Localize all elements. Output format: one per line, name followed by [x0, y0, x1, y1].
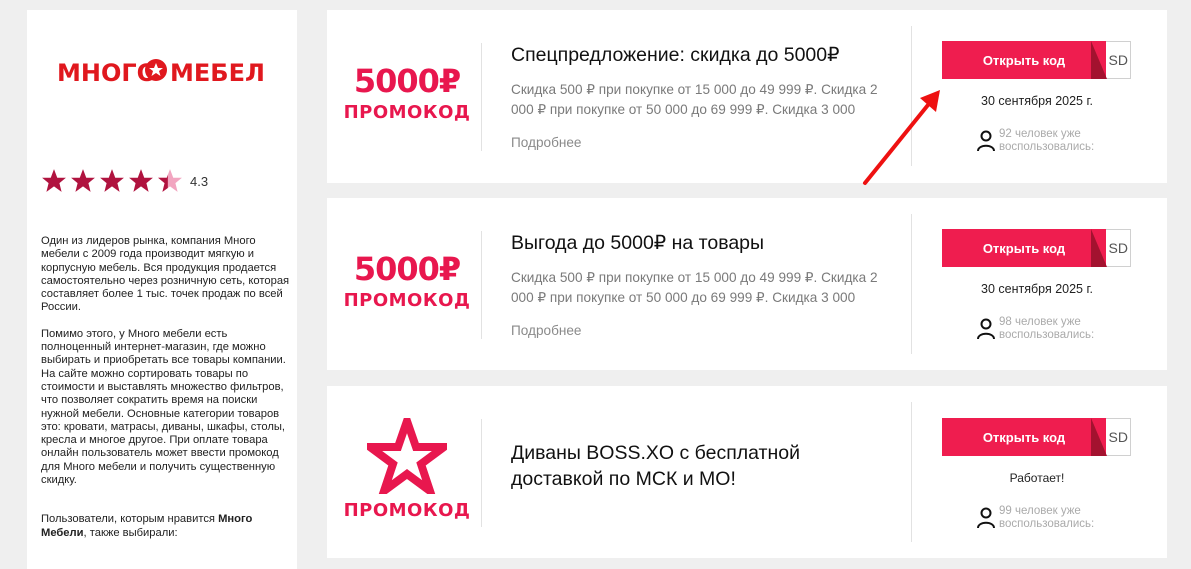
badge-label: ПРОМОКОД [343, 102, 471, 123]
usage-count: 98 человек уже воспользовались: [977, 316, 1109, 342]
rating: 4.3 [41, 168, 208, 194]
divider [481, 231, 482, 339]
button-fold [1091, 418, 1107, 456]
store-logo[interactable]: МНОГО МЕБЕЛИ [57, 57, 285, 87]
coupon-description: Скидка 500 ₽ при покупке от 15 000 до 49… [511, 82, 878, 117]
coupon-card: ПРОМОКОД Диваны BOSS.XO с бесплатной дос… [327, 386, 1167, 558]
star-half-icon[interactable] [157, 168, 183, 194]
user-icon [977, 318, 995, 340]
open-code-button[interactable]: Открыть код [942, 229, 1106, 267]
usage-count: 99 человек уже воспользовались: [977, 505, 1109, 531]
description-paragraph: Пользователи, которым нравится Много Меб… [41, 513, 291, 540]
code-box[interactable]: SD Открыть код [942, 418, 1131, 456]
coupon-title[interactable]: Выгода до 5000₽ на товары [511, 230, 764, 256]
svg-text:МНОГО: МНОГО [57, 59, 157, 87]
star-icon[interactable] [99, 168, 125, 194]
code-box[interactable]: SD Открыть код [942, 229, 1131, 267]
coupon-badge: ПРОМОКОД [327, 418, 487, 521]
code-tail: SD [1108, 240, 1128, 256]
coupon-badge: 5000₽ ПРОМОКОД [327, 250, 487, 311]
badge-amount: 5000₽ [353, 62, 461, 100]
store-sidebar: МНОГО МЕБЕЛИ 4.3 Один из лидеров рынка, … [27, 10, 297, 569]
usage-text: 98 человек уже воспользовались: [999, 316, 1095, 341]
coupon-title[interactable]: Диваны BOSS.XO с бесплатной доставкой по… [511, 440, 800, 492]
coupon-card: 5000₽ ПРОМОКОД Выгода до 5000₽ на товары… [327, 198, 1167, 370]
divider [481, 43, 482, 151]
badge-label: ПРОМОКОД [343, 290, 471, 311]
more-link[interactable]: Подробнее [511, 135, 582, 150]
code-tail: SD [1108, 429, 1128, 445]
title-line: Диваны BOSS.XO с бесплатной [511, 442, 800, 464]
badge-amount: 5000₽ [353, 250, 461, 288]
rating-value: 4.3 [190, 173, 209, 189]
open-code-button[interactable]: Открыть код [942, 418, 1106, 456]
code-tail: SD [1108, 52, 1128, 68]
similar-suffix: , также выбирали: [83, 526, 178, 539]
star-outline-icon [367, 418, 447, 494]
divider [911, 214, 912, 354]
description-paragraph: Помимо этого, у Много мебели есть полноц… [41, 327, 286, 487]
coupon-description: Скидка 500 ₽ при покупке от 15 000 до 49… [511, 270, 878, 305]
badge-label: ПРОМОКОД [343, 500, 471, 521]
expiry-date: 30 сентября 2025 г. [981, 94, 1093, 108]
button-fold [1091, 229, 1107, 267]
similar-prefix: Пользователи, которым нравится [41, 513, 219, 526]
coupon-title[interactable]: Спецпредложение: скидка до 5000₽ [511, 42, 840, 68]
user-icon [977, 130, 995, 152]
coupon-badge: 5000₽ ПРОМОКОД [327, 62, 487, 123]
more-link[interactable]: Подробнее [511, 323, 582, 338]
divider [911, 402, 912, 542]
svg-text:МЕБЕЛИ: МЕБЕЛИ [170, 59, 267, 87]
usage-text: 92 человек уже воспользовались: [999, 128, 1095, 153]
user-icon [977, 507, 995, 529]
description-paragraph: Один из лидеров рынка, компания Много ме… [41, 235, 290, 314]
coupon-card: 5000₽ ПРОМОКОД Спецпредложение: скидка д… [327, 10, 1167, 183]
store-description: Один из лидеров рынка, компания Много ме… [41, 235, 291, 553]
title-line: доставкой по МСК и МО! [511, 468, 736, 490]
usage-text: 99 человек уже воспользовались: [999, 505, 1095, 530]
star-icon[interactable] [128, 168, 154, 194]
expiry-date: 30 сентября 2025 г. [981, 282, 1093, 296]
open-code-button[interactable]: Открыть код [942, 41, 1106, 79]
button-fold [1091, 41, 1107, 79]
logo-image: МНОГО МЕБЕЛИ [57, 59, 285, 87]
star-icon[interactable] [41, 168, 67, 194]
divider [481, 419, 482, 527]
usage-count: 92 человек уже воспользовались: [977, 128, 1109, 154]
star-icon[interactable] [70, 168, 96, 194]
status-text: Работает! [1009, 471, 1065, 485]
arrow-annotation-icon [863, 90, 940, 185]
code-box[interactable]: SD Открыть код [942, 41, 1131, 79]
